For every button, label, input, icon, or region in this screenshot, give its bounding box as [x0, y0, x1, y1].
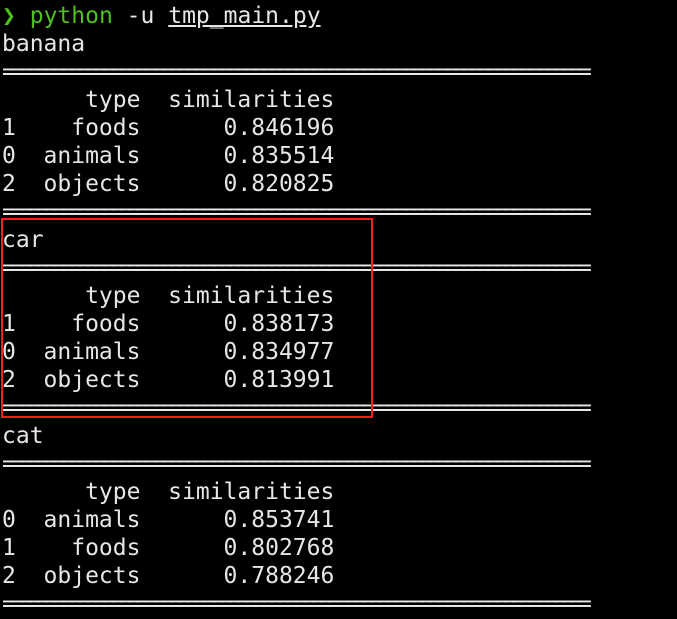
table-row: 2 objects 0.788246	[2, 563, 335, 589]
separator-line: ========================================…	[2, 451, 592, 477]
prompt-line: ❯ python -u tmp_main.py	[2, 2, 677, 30]
table-row: 1 foods 0.802768	[2, 535, 335, 561]
table-header: type similarities	[2, 479, 335, 505]
word-label: cat	[2, 423, 44, 449]
table-row: 1 foods 0.846196	[2, 115, 335, 141]
separator-line: ========================================…	[2, 59, 592, 85]
command-name: python	[29, 3, 113, 29]
highlight-box	[1, 218, 373, 418]
prompt-arrow-icon: ❯	[2, 3, 16, 29]
table-header: type similarities	[2, 87, 335, 113]
table-row: 0 animals 0.853741	[2, 507, 335, 533]
table-row: 0 animals 0.835514	[2, 143, 335, 169]
word-label: banana	[2, 31, 86, 57]
command-file: tmp_main.py	[168, 3, 321, 29]
table-row: 2 objects 0.820825	[2, 171, 335, 197]
separator-line: ========================================…	[2, 591, 592, 617]
command-flag: -u	[126, 3, 155, 29]
